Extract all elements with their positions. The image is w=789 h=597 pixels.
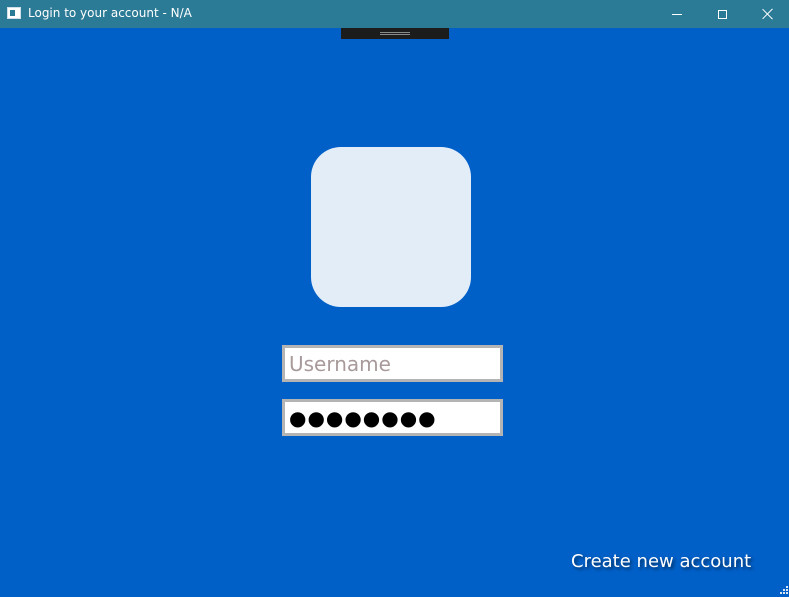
window-title: Login to your account - N/A [28,6,192,20]
window-app-icon [7,7,21,19]
drag-handle[interactable] [341,28,449,39]
resize-grip-icon[interactable] [778,586,788,596]
create-account-link[interactable]: Create new account [571,551,751,572]
minimize-button[interactable] [654,0,700,28]
grip-lines-icon [380,32,410,35]
password-input[interactable]: ●●●●●●●● [282,399,503,436]
close-button[interactable] [745,0,789,28]
maximize-button[interactable] [699,0,745,28]
login-window: Login to your account - N/A ●●●●●●●● Cre… [0,0,789,597]
password-masked-value: ●●●●●●●● [289,405,437,430]
username-input[interactable] [282,345,503,382]
avatar-placeholder [311,147,471,307]
title-bar[interactable]: Login to your account - N/A [0,0,789,28]
close-icon [762,8,774,20]
minimize-icon [672,13,682,15]
maximize-icon [717,9,727,19]
